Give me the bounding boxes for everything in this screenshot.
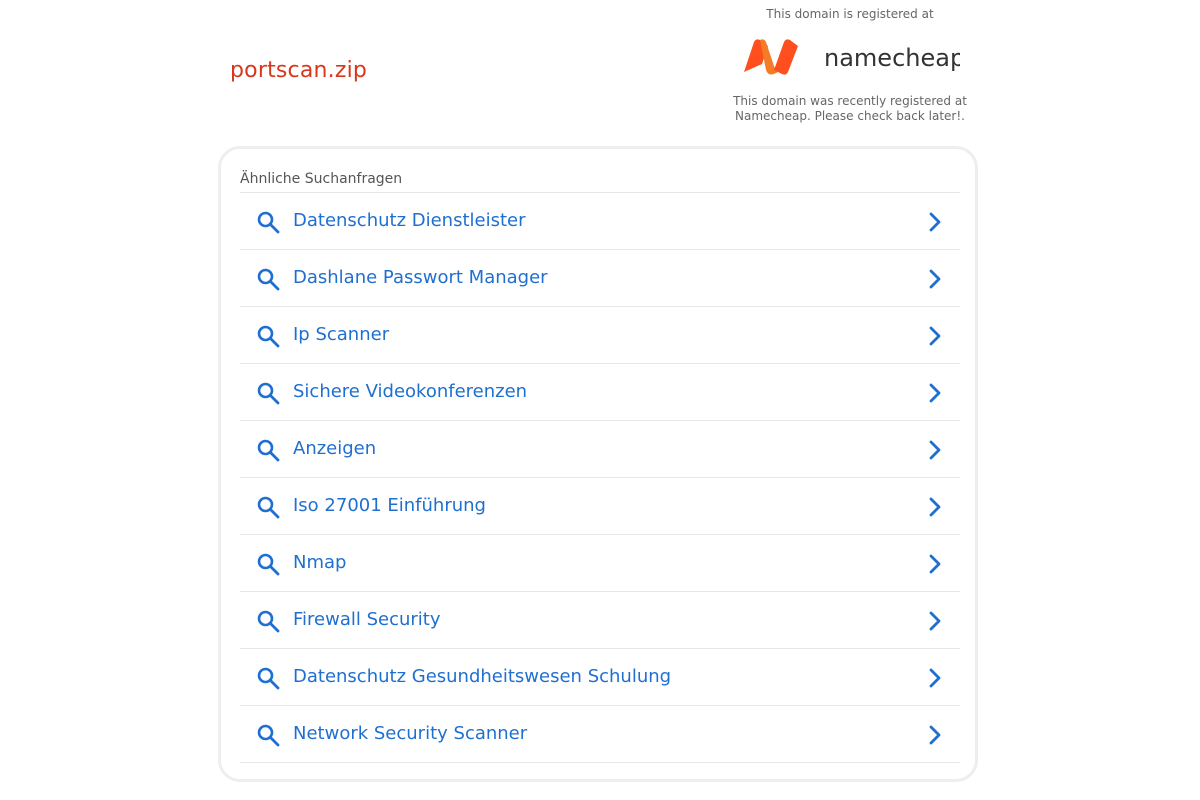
related-search-item-5[interactable]: Anzeigen	[240, 421, 960, 478]
namecheap-logo-text: namecheap	[824, 44, 960, 72]
related-search-label: Anzeigen	[293, 438, 377, 459]
chevron-right-icon	[929, 383, 941, 403]
related-search-item-8[interactable]: Firewall Security	[240, 592, 960, 649]
search-icon	[257, 667, 280, 690]
related-search-item-2[interactable]: Dashlane Passwort Manager	[240, 250, 960, 307]
chevron-right-icon	[929, 611, 941, 631]
related-search-label: Sichere Videokonferenzen	[293, 381, 528, 402]
chevron-right-icon	[929, 440, 941, 460]
chevron-right-icon	[929, 497, 941, 517]
related-search-item-10[interactable]: Network Security Scanner	[240, 706, 960, 763]
registrar-box: This domain is registered at namecheap T…	[720, 6, 980, 124]
search-icon	[257, 496, 280, 519]
related-search-item-4[interactable]: Sichere Videokonferenzen	[240, 364, 960, 421]
domain-title: portscan.zip	[230, 58, 368, 83]
related-searches-heading: Ähnliche Suchanfragen	[240, 171, 403, 187]
related-search-item-9[interactable]: Datenschutz Gesundheitswesen Schulung	[240, 649, 960, 706]
chevron-right-icon	[929, 668, 941, 688]
search-icon	[257, 553, 280, 576]
related-search-label: Network Security Scanner	[293, 723, 528, 744]
search-icon	[257, 211, 280, 234]
related-search-label: Datenschutz Gesundheitswesen Schulung	[293, 666, 672, 687]
related-searches-panel: Ähnliche Suchanfragen Datenschutz Dienst…	[218, 146, 978, 782]
search-icon	[257, 724, 280, 747]
search-icon	[257, 325, 280, 348]
related-searches-list: Datenschutz Dienstleister Dashlane Passw…	[240, 192, 960, 763]
search-icon	[257, 439, 280, 462]
related-search-item-7[interactable]: Nmap	[240, 535, 960, 592]
related-search-label: Firewall Security	[293, 609, 441, 630]
search-icon	[257, 268, 280, 291]
registrar-bottom-text: This domain was recently registered at N…	[720, 94, 980, 124]
namecheap-logo-mark: namecheap	[744, 39, 960, 75]
registrar-bottom-line-2: Namecheap. Please check back later!.	[735, 109, 965, 123]
search-icon	[257, 610, 280, 633]
chevron-right-icon	[929, 326, 941, 346]
chevron-right-icon	[929, 269, 941, 289]
chevron-right-icon	[929, 212, 941, 232]
related-search-item-6[interactable]: Iso 27001 Einführung	[240, 478, 960, 535]
registrar-top-text: This domain is registered at	[766, 7, 934, 21]
related-search-label: Dashlane Passwort Manager	[293, 267, 548, 288]
related-search-item-3[interactable]: Ip Scanner	[240, 307, 960, 364]
related-search-label: Nmap	[293, 552, 347, 573]
namecheap-logo[interactable]: namecheap	[720, 26, 980, 86]
registrar-bottom-line-1: This domain was recently registered at	[733, 94, 967, 108]
related-search-label: Iso 27001 Einführung	[293, 495, 486, 516]
search-icon	[257, 382, 280, 405]
page-header: portscan.zip This domain is registered a…	[0, 0, 1200, 145]
chevron-right-icon	[929, 725, 941, 745]
related-search-label: Ip Scanner	[293, 324, 390, 345]
related-search-item-1[interactable]: Datenschutz Dienstleister	[240, 193, 960, 250]
related-search-label: Datenschutz Dienstleister	[293, 210, 526, 231]
chevron-right-icon	[929, 554, 941, 574]
